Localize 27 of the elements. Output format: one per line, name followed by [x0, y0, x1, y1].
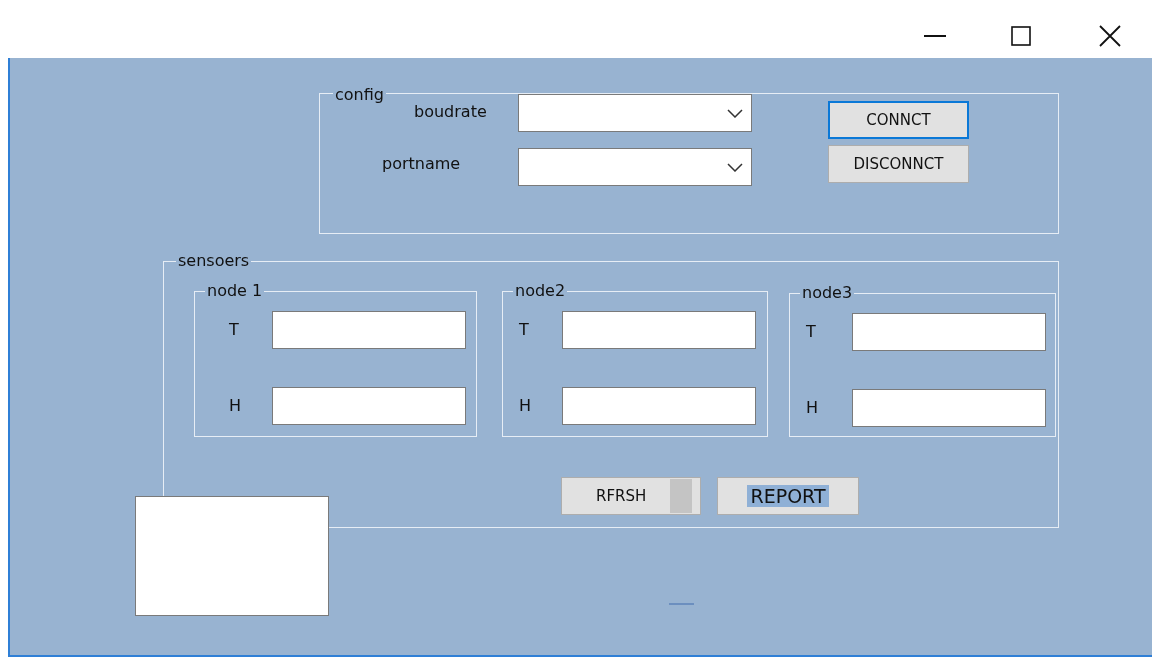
dropdown-field[interactable]: [518, 148, 752, 186]
input-field[interactable]: [272, 311, 466, 349]
input-field[interactable]: [852, 313, 1046, 351]
chevron-down-icon: [727, 109, 743, 118]
field-label: H: [806, 398, 819, 418]
field-label: H: [519, 396, 532, 416]
chevron-down-icon: [727, 163, 743, 172]
form-button[interactable]: REPORT: [717, 477, 859, 515]
maximize-icon[interactable]: [1011, 26, 1031, 46]
input-field[interactable]: [852, 389, 1046, 427]
input-field[interactable]: [272, 387, 466, 425]
line-mark: [669, 603, 694, 605]
dropdown-field[interactable]: [518, 94, 752, 132]
field-label: portname: [382, 154, 461, 174]
field-label: T: [519, 320, 529, 340]
minimize-icon[interactable]: [924, 34, 946, 38]
form-button[interactable]: RFRSH: [561, 477, 701, 515]
field-label: H: [229, 396, 242, 416]
group-title: config: [333, 86, 386, 104]
close-icon[interactable]: [1099, 25, 1121, 47]
field-label: T: [229, 320, 239, 340]
form-button[interactable]: CONNCT: [828, 101, 969, 139]
input-field[interactable]: [562, 311, 756, 349]
input-field[interactable]: [562, 387, 756, 425]
field-label: T: [806, 322, 816, 342]
form-button[interactable]: DISCONNCT: [828, 145, 969, 183]
field-label: boudrate: [414, 102, 487, 122]
